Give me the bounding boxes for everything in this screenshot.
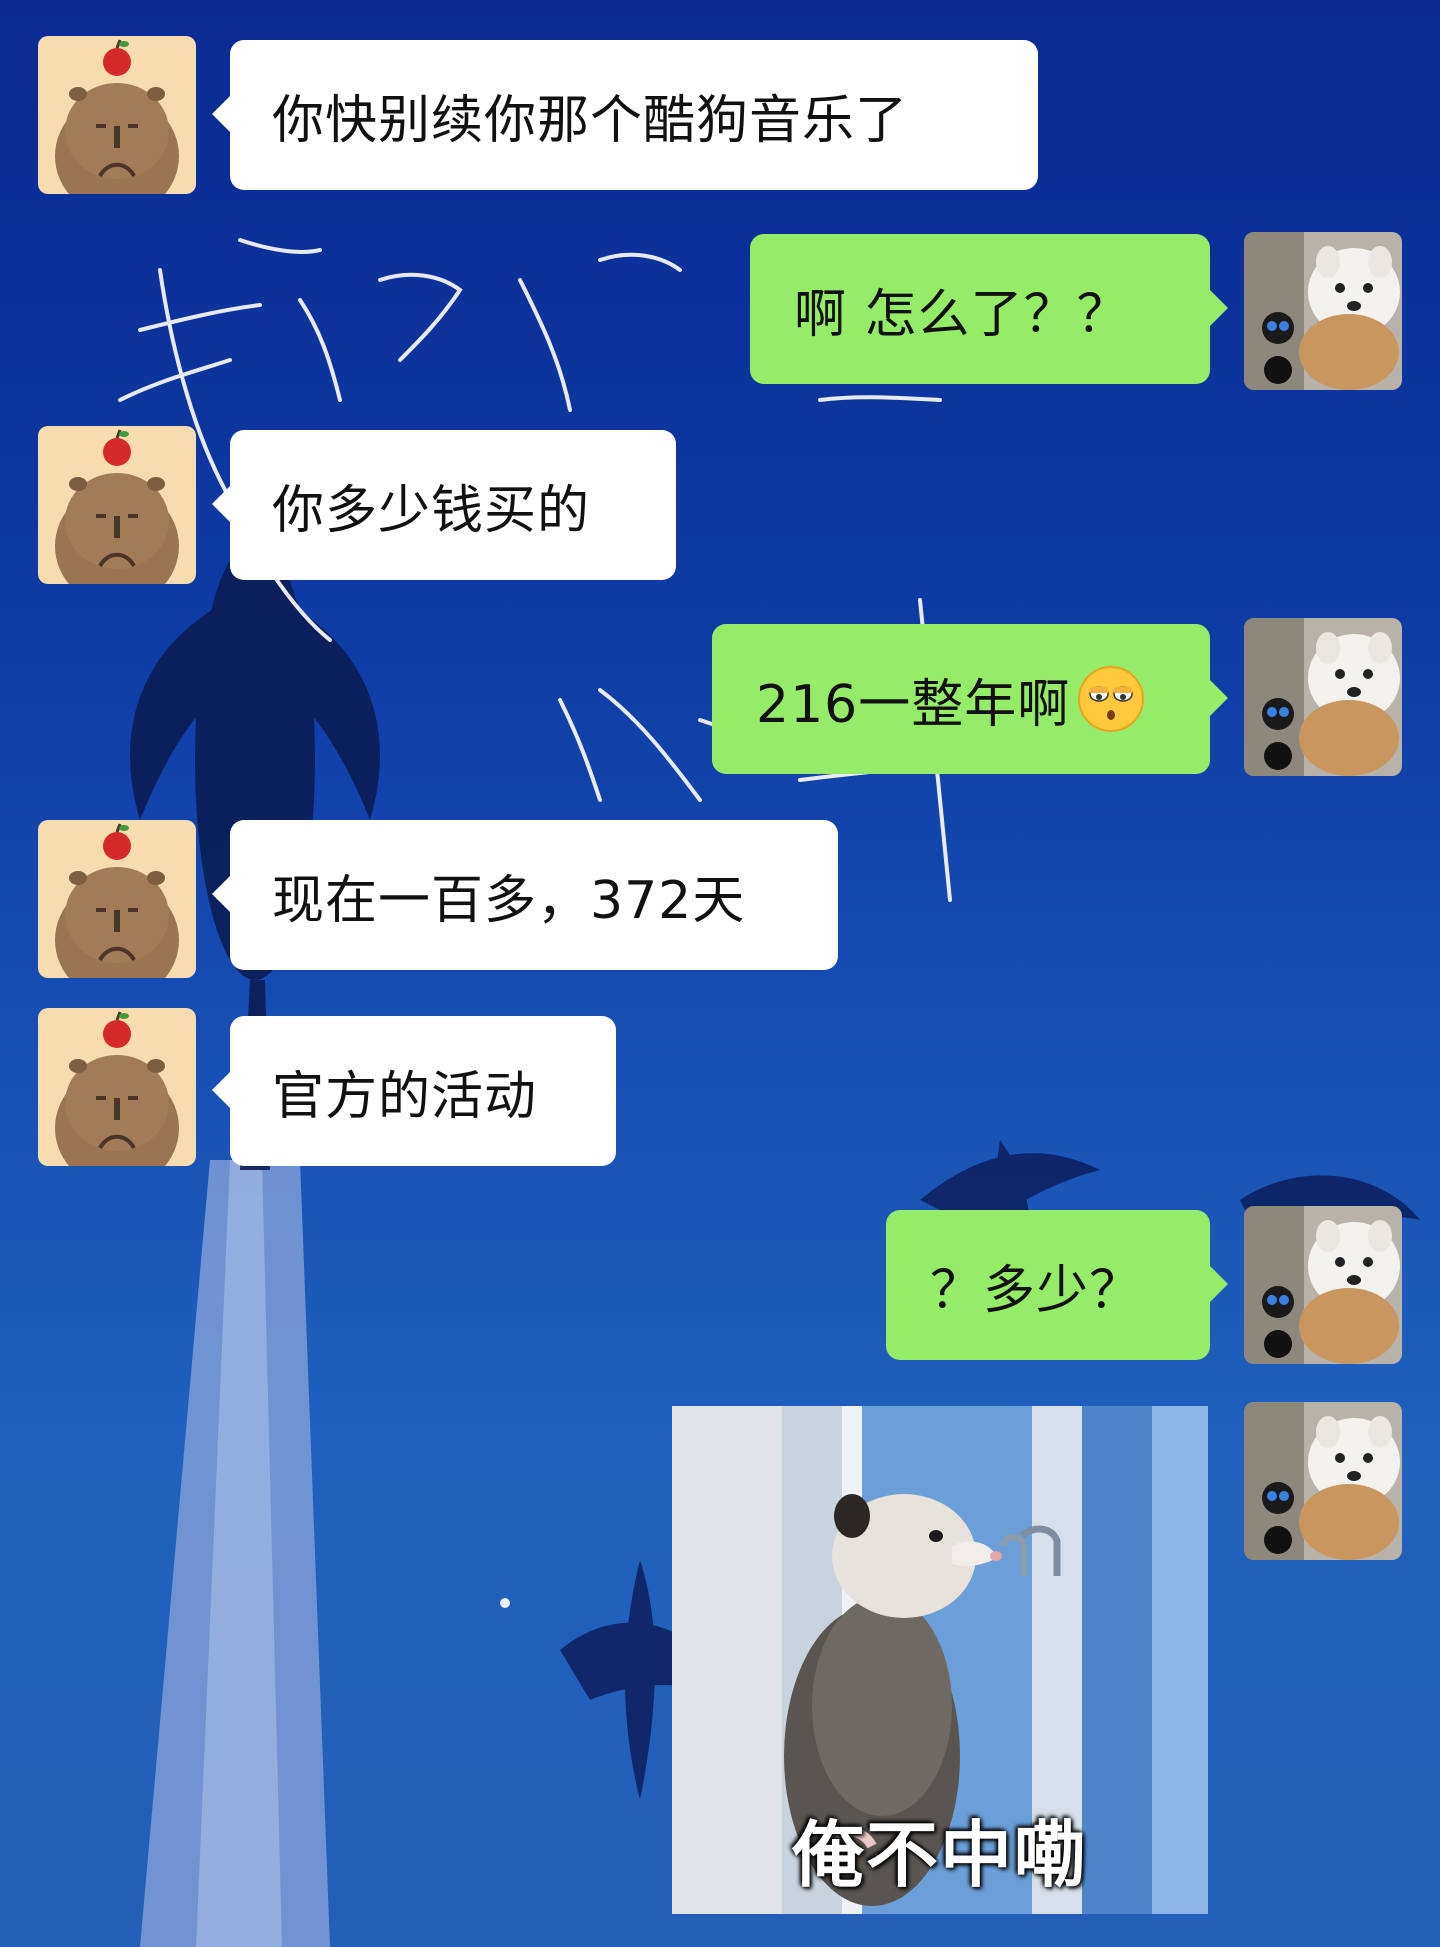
- message-text: 官方的活动: [272, 1066, 538, 1127]
- message-bubble-outgoing[interactable]: 啊 怎么了？？: [750, 234, 1228, 384]
- message-bubble-incoming[interactable]: 现在一百多，372天: [212, 820, 838, 970]
- white-dog-avatar: [1244, 232, 1402, 390]
- message-bubble-incoming[interactable]: 你多少钱买的: [212, 430, 676, 580]
- message-text: ？多少？: [930, 1260, 1143, 1321]
- white-dog-avatar: [1244, 1402, 1402, 1560]
- message-text: 啊 怎么了？？: [794, 284, 1130, 345]
- my-avatar[interactable]: [1244, 618, 1402, 776]
- sticker-message[interactable]: 俺不中嘞: [672, 1406, 1208, 1914]
- my-avatar[interactable]: [1244, 232, 1402, 390]
- white-dog-avatar: [1244, 1206, 1402, 1364]
- capybara-with-apple-avatar: [38, 36, 196, 194]
- message-bubble-incoming[interactable]: 官方的活动: [212, 1016, 616, 1166]
- capybara-with-apple-avatar: [38, 426, 196, 584]
- capybara-with-apple-avatar: [38, 820, 196, 978]
- rolling-eyes-emoji: [1078, 666, 1145, 732]
- capybara-with-apple-avatar: [38, 1008, 196, 1166]
- message-text: 216一整年啊: [756, 674, 1071, 735]
- contact-avatar[interactable]: [38, 820, 196, 978]
- message-text: 你快别续你那个酷狗音乐了: [272, 90, 909, 151]
- contact-avatar[interactable]: [38, 36, 196, 194]
- sticker-caption: 俺不中嘞: [791, 1813, 1088, 1897]
- message-text: 现在一百多，372天: [272, 870, 746, 931]
- message-text: 你多少钱买的: [272, 480, 591, 541]
- message-bubble-outgoing[interactable]: ？多少？: [886, 1210, 1228, 1360]
- contact-avatar[interactable]: [38, 1008, 196, 1166]
- white-dog-avatar: [1244, 618, 1402, 776]
- message-bubble-incoming[interactable]: 你快别续你那个酷狗音乐了: [212, 40, 1038, 190]
- contact-avatar[interactable]: [38, 426, 196, 584]
- message-bubble-outgoing[interactable]: 216一整年啊: [712, 624, 1228, 774]
- my-avatar[interactable]: [1244, 1402, 1402, 1560]
- my-avatar[interactable]: [1244, 1206, 1402, 1364]
